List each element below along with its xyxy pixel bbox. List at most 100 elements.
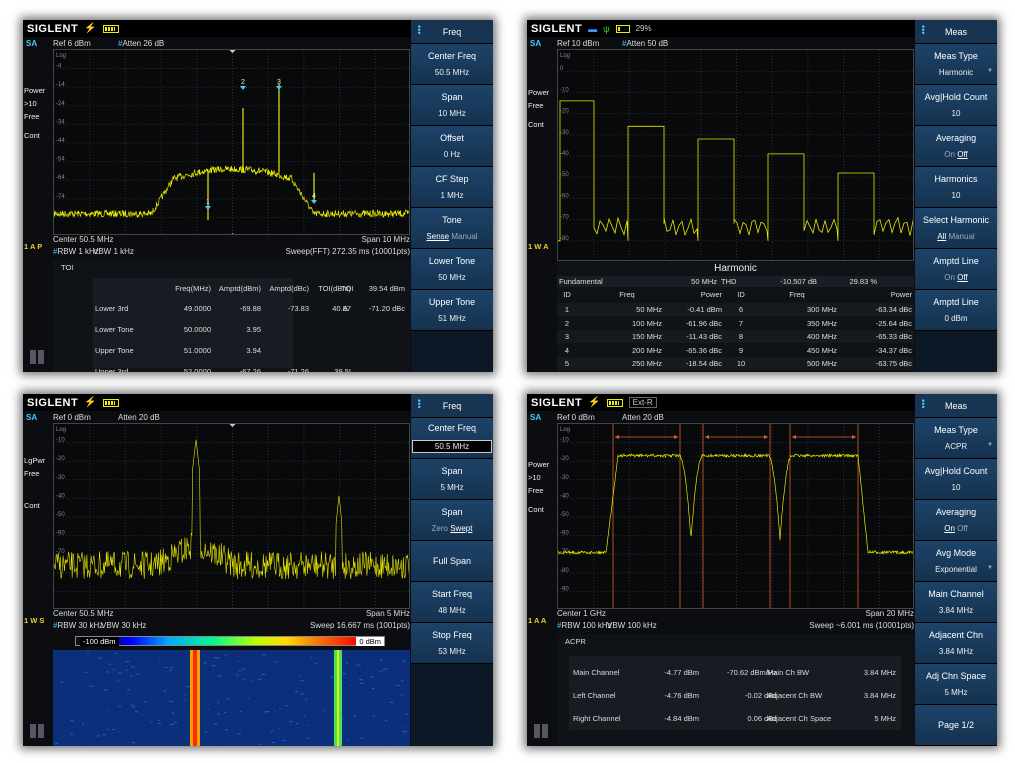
noise-speck [69,722,72,724]
softkey-meas-type[interactable]: Meas Type Harmonic [915,44,997,85]
noise-speck [263,650,266,652]
grid-icon[interactable] [534,724,548,738]
softkeys: Center Freq 50.5 MHz Span 5 MHz Span Zero Swe… [411,418,493,664]
softkey-start-freq[interactable]: Start Freq 48 MHz [411,582,493,623]
noise-speck [295,718,299,720]
softkey-toggle: On Off [944,524,968,533]
softkey-amptd-line[interactable]: Amptd Line On Off [915,249,997,290]
noise-speck [318,655,320,657]
info-bar: SA Ref 6 dBm #Atten 26 dB [23,37,411,49]
softkey-span[interactable]: Span 10 MHz [411,85,493,126]
table-cell: 50.0000 [183,325,211,334]
marker-label: 4 [312,193,316,200]
marker-icon [311,200,317,204]
table-cell: 39.5! [334,367,351,372]
det-label: Power [528,460,550,469]
color-scale: -100 dBm 0 dBm [75,636,385,646]
spectrum-plot[interactable]: Log -10 -20 -30 -40 -50 -60 -70 -80 -90 [557,423,914,609]
marker-icon [205,206,211,210]
noise-speck [161,692,165,694]
softkey-value: 5 MHz [944,688,968,697]
grid-icon[interactable] [30,724,44,738]
table-cell: -0.02 dBc [744,691,777,700]
softkey-harmonics[interactable]: Harmonics 10 [915,167,997,208]
softkey-tone[interactable]: Tone Sense Manual [411,208,493,249]
softkey-meas-type[interactable]: Meas Type ACPR [915,418,997,459]
noise-speck [300,736,303,738]
ref-marker-icon [229,50,236,53]
noise-speck [315,666,320,668]
softkey-span[interactable]: Span 5 MHz [411,459,493,500]
softkey-offset[interactable]: Offset 0 Hz [411,126,493,167]
noise-speck [106,711,108,713]
noise-speck [391,728,393,730]
softkey-span[interactable]: Span Zero Swept [411,500,493,541]
marker-label: 3 [277,79,281,86]
log-label: Log [560,427,570,433]
vbw: VBW 30 kHz [101,621,147,630]
softkey-page-1-2[interactable]: Page 1/2 [915,705,997,746]
spectrum-plot[interactable]: Log -4 -14 -24 -34 -44 -54 -64 -74 -84 1 2 3 4 [53,49,410,235]
softkey-lower-tone[interactable]: Lower Tone 50 MHz [411,249,493,290]
softkey-stop-freq[interactable]: Stop Freq 53 MHz [411,623,493,664]
softkey-adjacent-chn[interactable]: Adjacent Chn 3.84 MHz [915,623,997,664]
waterfall[interactable] [53,650,410,746]
softkey-select-harmonic[interactable]: Select Harmonic All Manual [915,208,997,249]
spectrum-plot[interactable]: Log 0 -10 -20 -30 -40 -50 -60 -70 -80 [557,49,914,261]
noise-speck [399,658,401,660]
noise-speck [353,715,357,717]
softkey-main-channel[interactable]: Main Channel 3.84 MHz [915,582,997,623]
noise-speck [106,671,110,673]
noise-speck [87,740,91,742]
noise-speck [109,690,112,692]
noise-speck [76,652,80,654]
noise-speck [229,655,232,657]
noise-speck [148,725,151,727]
noise-speck [300,675,302,677]
noise-speck [91,685,94,687]
noise-speck [155,689,159,691]
scale-min: -100 dBm [80,637,119,646]
noise-speck [330,683,334,685]
noise-speck [185,694,187,696]
noise-speck [240,710,242,712]
softkey-avg-hold-count[interactable]: Avg|Hold Count 10 [915,85,997,126]
noise-speck [131,742,136,744]
softkey-cf-step[interactable]: CF Step 1 MHz [411,167,493,208]
softkey-averaging[interactable]: Averaging On Off [915,126,997,167]
noise-speck [70,733,74,735]
column-header: Power [890,290,912,299]
y-tick-label: -90 [560,586,569,592]
softkey-averaging[interactable]: Averaging On Off [915,500,997,541]
center-freq: Center 1 GHz [557,609,606,618]
softkey-value: Exponential [915,565,997,574]
softkey-center-freq[interactable]: Center Freq 50.5 MHz [411,418,493,459]
softkey-label: Span [441,92,463,102]
table-cell: -73.83 [287,304,309,313]
table-cell: 7 [738,318,744,328]
softkey-menu: •••Meas Meas Type ACPR Avg|Hold Count 10 Ave… [915,394,997,746]
softkey-amptd-line[interactable]: Amptd Line 0 dBm [915,290,997,331]
softkey-full-span[interactable]: Full Span [411,541,493,582]
softkey-upper-tone[interactable]: Upper Tone 51 MHz [411,290,493,331]
softkey-value: 5 MHz [440,483,464,492]
noise-speck [77,695,82,697]
trace-indicator: 1 A P [24,242,43,251]
y-tick-label: -24 [56,101,65,107]
bottom-info: Center 50.5 MHz Span 10 MHz [53,235,410,244]
grid-icon[interactable] [30,350,44,364]
noise-speck [384,720,388,722]
noise-speck [157,678,161,680]
noise-speck [242,740,247,742]
softkey-value: Harmonic [915,68,997,77]
softkey-avg-hold-count[interactable]: Avg|Hold Count 10 [915,459,997,500]
left-status: LgPwr Free Cont [24,454,50,512]
softkey-avg-mode[interactable]: Avg Mode Exponential [915,541,997,582]
spectrum-plot[interactable]: Log -10 -20 -30 -40 -50 -60 -70 [53,423,410,609]
y-tick-label: -64 [56,175,65,181]
softkey-center-freq[interactable]: Center Freq 50.5 MHz [411,44,493,85]
softkey-adj-chn-space[interactable]: Adj Chn Space 5 MHz [915,664,997,705]
noise-speck [306,727,310,729]
noise-speck [125,669,128,671]
top-bar: SIGLENT ⚡ [23,394,411,411]
